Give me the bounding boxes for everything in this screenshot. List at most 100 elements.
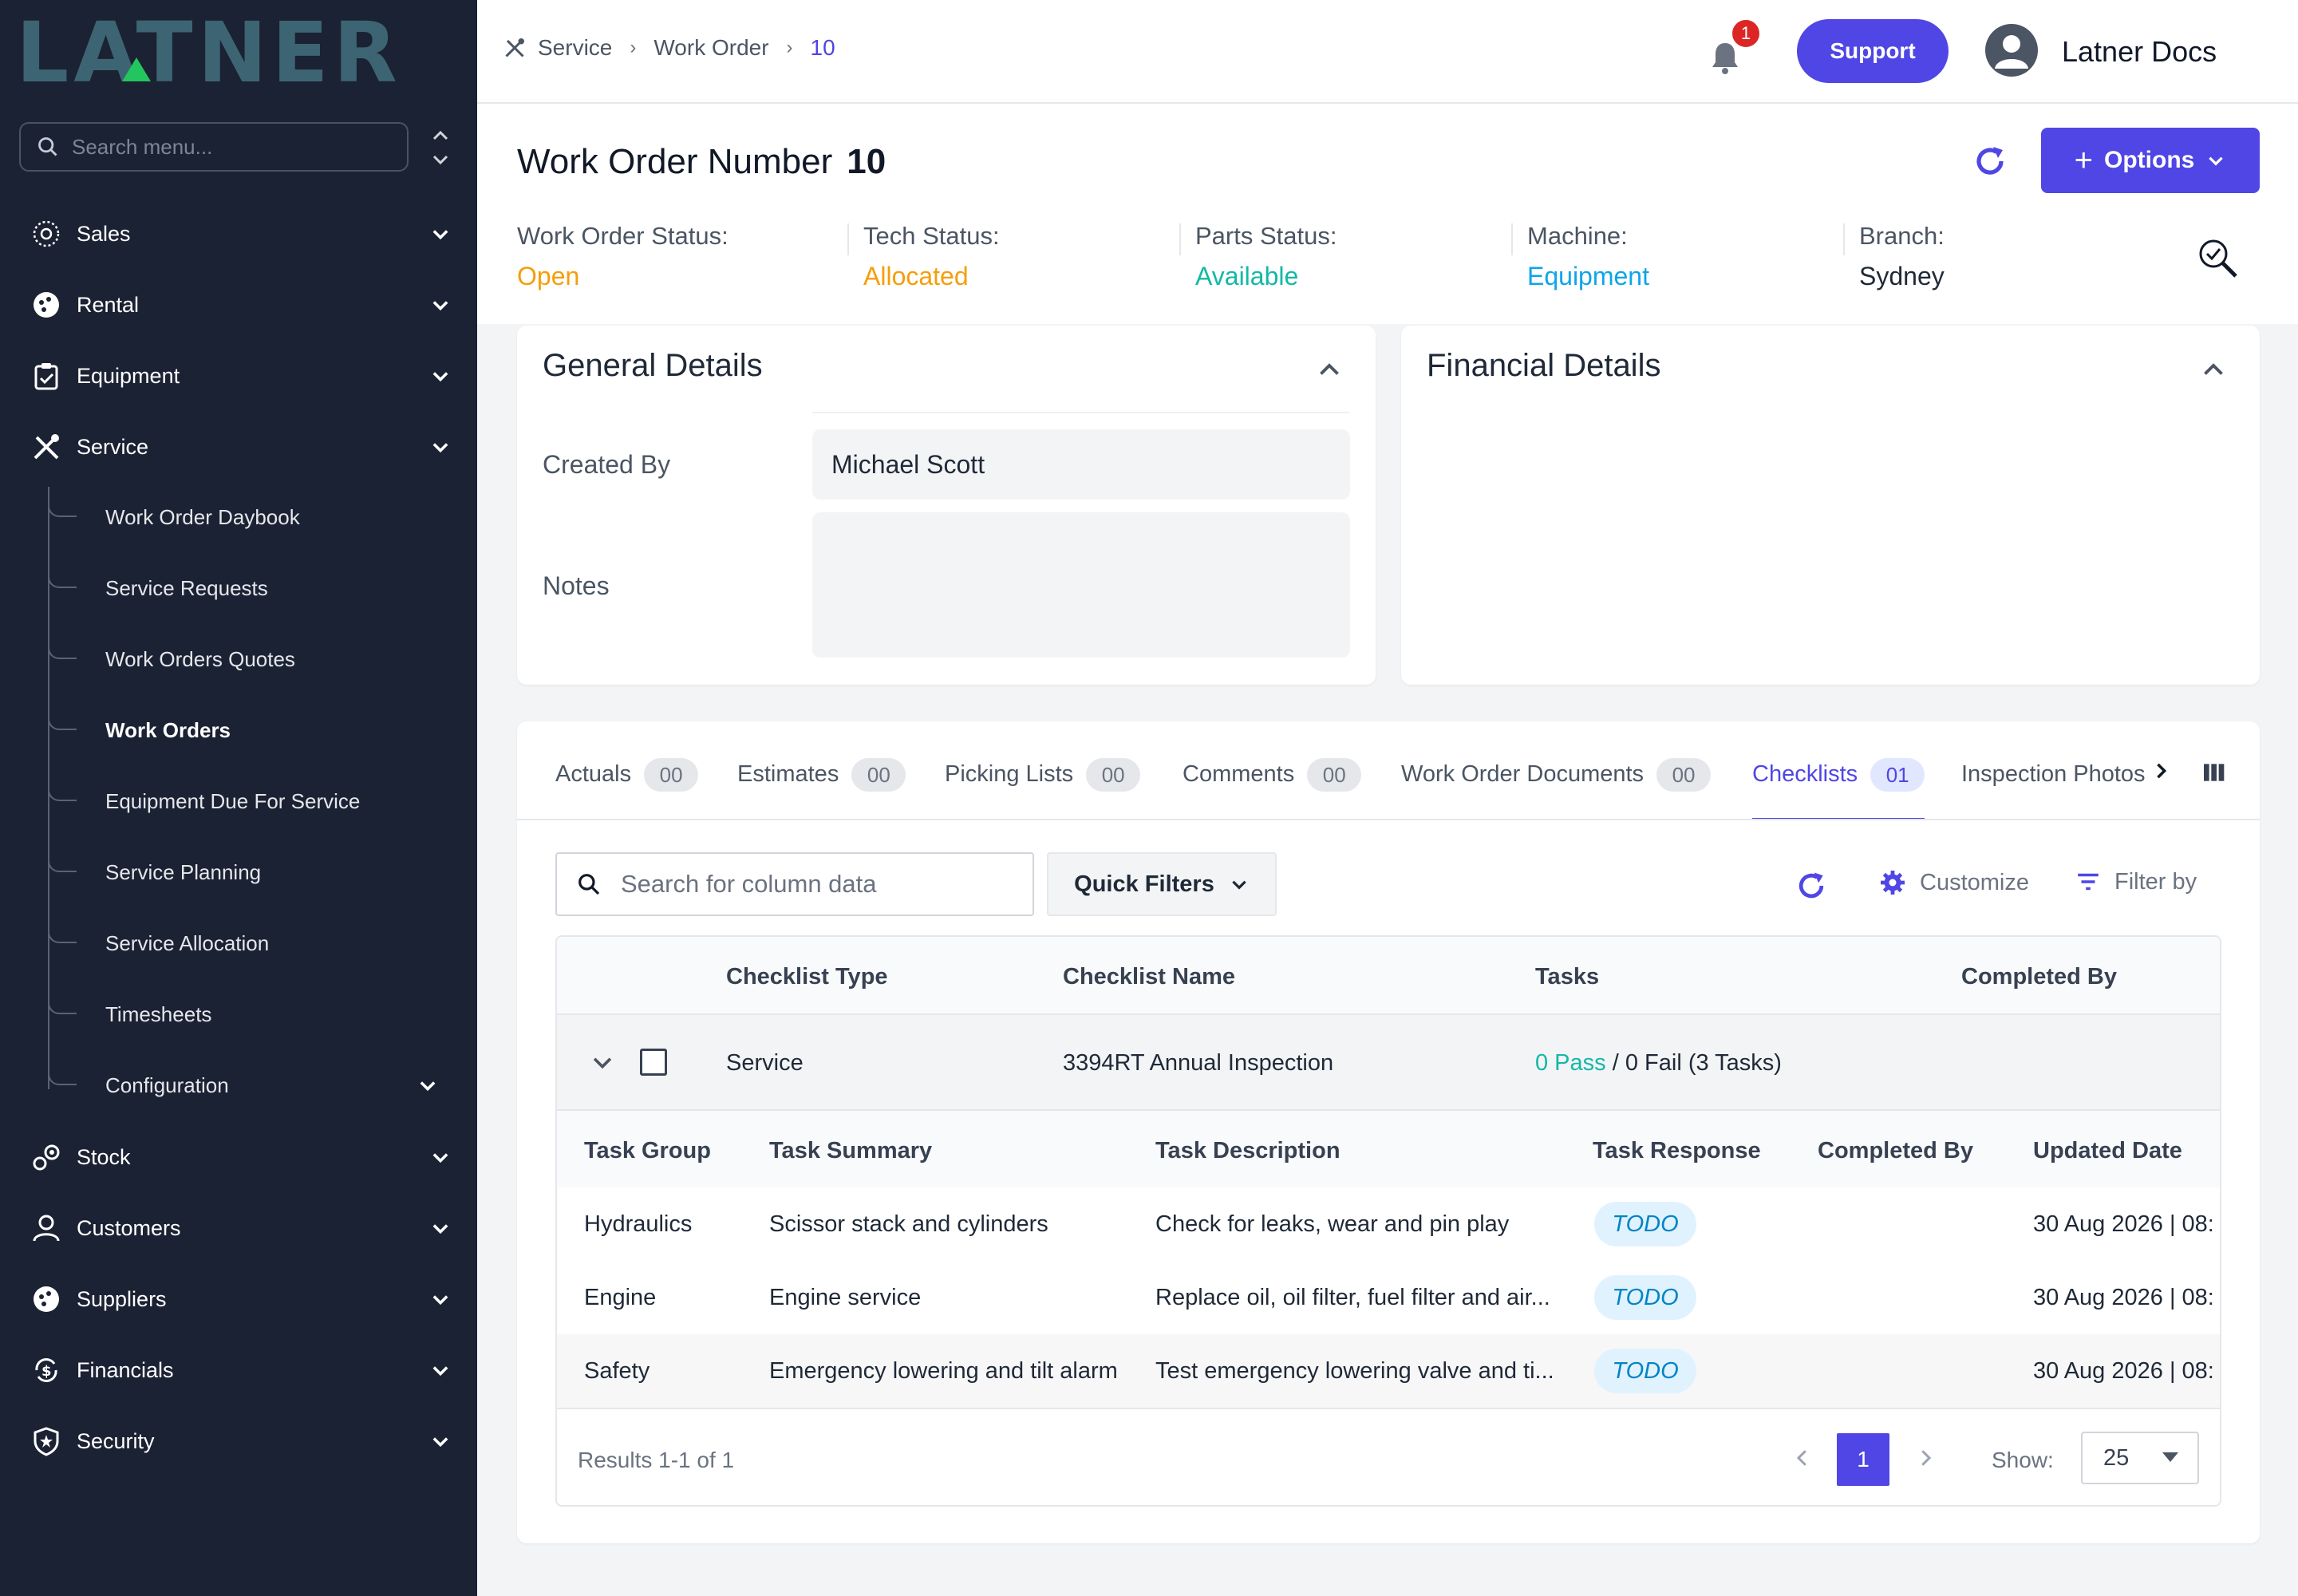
- column-header[interactable]: Updated Date: [2033, 1138, 2182, 1164]
- chevron-left-icon[interactable]: [1791, 1446, 1814, 1470]
- tools-icon: [505, 38, 524, 57]
- breadcrumb-service[interactable]: Service: [538, 35, 612, 61]
- sidebar-subitem-timesheets[interactable]: Timesheets: [105, 992, 440, 1037]
- chevron-down-icon[interactable]: [589, 1049, 616, 1076]
- chevron-down-icon: [432, 372, 448, 382]
- tab-picking-lists[interactable]: Picking Lists 00: [945, 755, 1141, 838]
- tab-actuals[interactable]: Actuals 00: [555, 755, 699, 838]
- sidebar-item-equipment[interactable]: Equipment: [29, 352, 460, 400]
- breadcrumb-current: 10: [810, 35, 835, 60]
- task-summary: Engine service: [769, 1285, 922, 1310]
- tab-label: Checklists: [1752, 761, 1858, 787]
- support-button[interactable]: Support: [1797, 19, 1949, 83]
- refresh-icon[interactable]: [1971, 142, 2009, 180]
- checklist-name: 3394RT Annual Inspection: [1063, 1050, 1334, 1076]
- sidebar-subitem-work-orders-quotes[interactable]: Work Orders Quotes: [105, 637, 440, 681]
- avatar[interactable]: [1985, 24, 2038, 77]
- notification-badge: 1: [1730, 18, 1762, 49]
- chevron-right-icon[interactable]: [1913, 1446, 1937, 1470]
- tab-estimates[interactable]: Estimates 00: [737, 755, 906, 838]
- tasks-pass: 0 Pass: [1535, 1050, 1606, 1076]
- options-button[interactable]: + Options: [2041, 128, 2260, 193]
- filter-by-button[interactable]: Filter by: [2075, 868, 2197, 895]
- divider: [847, 223, 849, 255]
- chevron-down-icon: [420, 1081, 436, 1092]
- task-summary: Scissor stack and cylinders: [769, 1211, 1048, 1237]
- sidebar-subitem-configuration[interactable]: Configuration: [105, 1063, 440, 1108]
- sidebar-item-financials[interactable]: $ Financials: [29, 1346, 460, 1394]
- sidebar-item-stock[interactable]: Stock: [29, 1133, 460, 1181]
- chevron-up-icon[interactable]: [1315, 356, 1344, 385]
- task-summary: Emergency lowering and tilt alarm: [769, 1358, 1118, 1384]
- quick-filters-button[interactable]: Quick Filters: [1047, 852, 1277, 916]
- subitem-label: Work Orders: [105, 717, 231, 742]
- sidebar-subitem-work-order-daybook[interactable]: Work Order Daybook: [105, 495, 440, 539]
- tab-comments[interactable]: Comments 00: [1183, 755, 1362, 838]
- tree-branch: [48, 569, 77, 588]
- machine-link[interactable]: Equipment: [1527, 262, 1649, 291]
- latner-logo[interactable]: LATNER: [16, 4, 447, 101]
- logo-text: LATNER: [16, 16, 402, 88]
- subtable-header: Task Group Task Summary Task Description…: [557, 1111, 2220, 1187]
- column-header[interactable]: Completed By: [1961, 964, 2117, 990]
- user-name[interactable]: Latner Docs: [2062, 35, 2217, 69]
- sidebar-item-customers[interactable]: Customers: [29, 1204, 460, 1252]
- tools-icon: [29, 429, 64, 464]
- tab-work-order-documents[interactable]: Work Order Documents 00: [1401, 755, 1712, 838]
- tab-label: Inspection Photos: [1961, 761, 2146, 787]
- magnifier-icon[interactable]: [2194, 235, 2242, 282]
- chevron-right-icon[interactable]: [2150, 760, 2172, 782]
- tab-count: 00: [1307, 758, 1362, 792]
- sidebar-subitem-work-orders[interactable]: Work Orders: [105, 708, 440, 753]
- columns-icon[interactable]: [2201, 760, 2226, 785]
- page-size-select[interactable]: 25: [2081, 1432, 2199, 1484]
- collapse-sidebar-icon[interactable]: [426, 128, 455, 168]
- checklists-table: Checklist Type Checklist Name Tasks Comp…: [555, 935, 2221, 1507]
- task-updated-date: 30 Aug 2026 | 08:: [2033, 1358, 2214, 1384]
- tab-inspection-photos[interactable]: Inspection Photos: [1961, 755, 2148, 838]
- task-row[interactable]: Safety Emergency lowering and tilt alarm…: [557, 1334, 2220, 1408]
- column-header[interactable]: Tasks: [1535, 964, 1599, 990]
- sidebar-subitem-service-planning[interactable]: Service Planning: [105, 850, 440, 895]
- tab-checklists[interactable]: Checklists 01: [1752, 755, 1925, 820]
- task-row[interactable]: Hydraulics Scissor stack and cylinders C…: [557, 1187, 2220, 1261]
- column-header[interactable]: Checklist Name: [1063, 964, 1235, 990]
- sidebar-item-rental[interactable]: Rental: [29, 281, 460, 329]
- breadcrumb-work-order[interactable]: Work Order: [653, 35, 768, 61]
- column-header[interactable]: Task Response: [1593, 1138, 1761, 1164]
- tree-branch: [48, 711, 77, 730]
- column-header[interactable]: Checklist Type: [726, 964, 888, 990]
- refresh-table-icon[interactable]: [1794, 868, 1829, 903]
- notes-field[interactable]: [812, 512, 1350, 658]
- chevron-up-icon[interactable]: [2199, 356, 2228, 385]
- column-header[interactable]: Task Summary: [769, 1138, 932, 1164]
- task-description: Replace oil, oil filter, fuel filter and…: [1155, 1285, 1550, 1310]
- sidebar-subitem-equipment-due[interactable]: Equipment Due For Service: [105, 779, 440, 824]
- menu-search-box[interactable]: [19, 122, 409, 172]
- sidebar-item-label: Sales: [77, 221, 131, 246]
- column-header[interactable]: Task Description: [1155, 1138, 1340, 1164]
- results-count: Results 1-1 of 1: [578, 1448, 735, 1472]
- row-checkbox[interactable]: [640, 1049, 667, 1076]
- dollar-icon: $: [29, 1353, 64, 1388]
- sidebar-item-security[interactable]: Security: [29, 1417, 460, 1465]
- task-group: Safety: [584, 1358, 650, 1384]
- column-search-input[interactable]: [621, 870, 1004, 899]
- chevron-down-icon: [432, 1224, 448, 1235]
- sidebar-subitem-service-requests[interactable]: Service Requests: [105, 566, 440, 610]
- tree-branch: [48, 640, 77, 659]
- menu-search-input[interactable]: [72, 134, 375, 160]
- column-header[interactable]: Task Group: [584, 1138, 711, 1164]
- sidebar-item-sales[interactable]: Sales: [29, 210, 460, 258]
- sidebar-subitem-service-allocation[interactable]: Service Allocation: [105, 921, 440, 966]
- status-value: Open: [517, 262, 580, 290]
- page-button[interactable]: 1: [1837, 1433, 1889, 1486]
- sidebar-item-suppliers[interactable]: Suppliers: [29, 1275, 460, 1323]
- task-row[interactable]: Engine Engine service Replace oil, oil f…: [557, 1261, 2220, 1334]
- customize-button[interactable]: Customize: [1878, 868, 2029, 897]
- sidebar-item-service[interactable]: Service: [29, 423, 460, 471]
- table-row[interactable]: Service 3394RT Annual Inspection 0 Pass …: [557, 1015, 2220, 1109]
- column-header[interactable]: Completed By: [1818, 1138, 1973, 1164]
- column-search-box[interactable]: [555, 852, 1034, 916]
- chevron-down-icon: [432, 443, 448, 453]
